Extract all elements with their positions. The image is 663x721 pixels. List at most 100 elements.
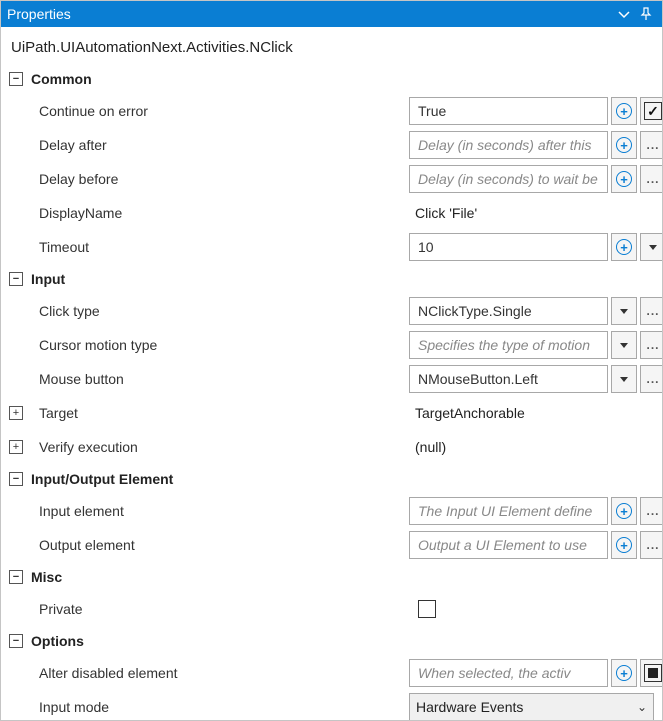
collapse-toggle-icon[interactable]: − (9, 72, 23, 86)
ellipsis-icon: ... (646, 372, 659, 386)
expression-button[interactable]: + (611, 659, 637, 687)
plus-circle-icon: + (616, 239, 632, 255)
label-verify-execution: Verify execution (39, 439, 138, 455)
label-private: Private (39, 601, 83, 617)
input-click-type[interactable] (409, 297, 608, 325)
properties-panel: Properties UiPath.UIAutomationNext.Activ… (0, 0, 663, 721)
collapse-toggle-icon[interactable]: − (9, 272, 23, 286)
row-delay-after: Delay after + ... (9, 128, 654, 162)
input-continue-on-error[interactable] (409, 97, 608, 125)
label-continue-on-error: Continue on error (39, 103, 148, 119)
ellipsis-icon: ... (646, 138, 659, 152)
collapse-toggle-icon[interactable]: − (9, 472, 23, 486)
row-delay-before: Delay before + ... (9, 162, 654, 196)
row-verify-execution: + Verify execution (null) (9, 430, 654, 464)
properties-content: UiPath.UIAutomationNext.Activities.NClic… (1, 27, 662, 720)
label-timeout: Timeout (39, 239, 89, 255)
ellipsis-icon: ... (646, 338, 659, 352)
row-private: Private (9, 592, 654, 626)
value-display-name[interactable]: Click 'File' (409, 205, 477, 221)
panel-titlebar: Properties (1, 1, 662, 27)
row-mouse-button: Mouse button ... (9, 362, 654, 396)
group-misc[interactable]: − Misc (9, 562, 654, 592)
label-target: Target (39, 405, 78, 421)
expression-button[interactable]: + (611, 531, 637, 559)
row-alter-disabled: Alter disabled element + ... (9, 656, 654, 690)
chevron-down-icon (620, 343, 628, 348)
label-mouse-button: Mouse button (39, 371, 124, 387)
more-button[interactable]: ... (640, 331, 662, 359)
dropdown-button[interactable] (611, 365, 637, 393)
more-button[interactable]: ... (640, 531, 662, 559)
expand-toggle-icon[interactable]: + (9, 440, 23, 454)
checkbox-alter-disabled[interactable] (640, 659, 662, 687)
value-verify-execution: (null) (409, 439, 446, 455)
expression-button[interactable]: + (611, 233, 637, 261)
expression-button[interactable]: + (611, 165, 637, 193)
group-label: Common (31, 71, 92, 87)
indeterminate-icon (648, 668, 658, 678)
checkbox-continue-on-error[interactable]: ✓ (640, 97, 662, 125)
group-options[interactable]: − Options (9, 626, 654, 656)
pin-icon[interactable] (636, 4, 656, 24)
row-timeout: Timeout + ... (9, 230, 654, 264)
dropdown-button[interactable] (640, 233, 662, 261)
label-display-name: DisplayName (39, 205, 122, 221)
input-timeout[interactable] (409, 233, 608, 261)
row-cursor-motion: Cursor motion type ... (9, 328, 654, 362)
row-continue-on-error: Continue on error + ✓ ... (9, 94, 654, 128)
expression-button[interactable]: + (611, 497, 637, 525)
chevron-down-icon (620, 377, 628, 382)
expand-toggle-icon[interactable]: + (9, 406, 23, 420)
row-output-element: Output element + ... (9, 528, 654, 562)
group-common[interactable]: − Common (9, 64, 654, 94)
expression-button[interactable]: + (611, 97, 637, 125)
panel-title: Properties (7, 6, 612, 22)
dropdown-button[interactable] (611, 331, 637, 359)
plus-circle-icon: + (616, 537, 632, 553)
group-input[interactable]: − Input (9, 264, 654, 294)
label-output-element: Output element (39, 537, 135, 553)
row-click-type: Click type ... (9, 294, 654, 328)
activity-classname: UiPath.UIAutomationNext.Activities.NClic… (9, 33, 654, 64)
row-input-mode: Input mode Hardware Events ⌄ (9, 690, 654, 720)
ellipsis-icon: ... (646, 304, 659, 318)
select-input-mode[interactable]: Hardware Events ⌄ (409, 693, 654, 720)
input-delay-before[interactable] (409, 165, 608, 193)
input-output-element[interactable] (409, 531, 608, 559)
row-input-element: Input element + ... (9, 494, 654, 528)
plus-circle-icon: + (616, 503, 632, 519)
checkbox-private[interactable] (418, 600, 436, 618)
group-label: Input (31, 271, 65, 287)
ellipsis-icon: ... (646, 504, 659, 518)
input-input-element[interactable] (409, 497, 608, 525)
group-label: Misc (31, 569, 62, 585)
input-delay-after[interactable] (409, 131, 608, 159)
label-alter-disabled: Alter disabled element (39, 665, 178, 681)
input-alter-disabled[interactable] (409, 659, 608, 687)
chevron-down-icon (620, 309, 628, 314)
label-input-element: Input element (39, 503, 124, 519)
dropdown-button[interactable] (611, 297, 637, 325)
label-click-type: Click type (39, 303, 100, 319)
more-button[interactable]: ... (640, 297, 662, 325)
plus-circle-icon: + (616, 171, 632, 187)
collapse-icon[interactable] (614, 4, 634, 24)
group-io-element[interactable]: − Input/Output Element (9, 464, 654, 494)
more-button[interactable]: ... (640, 131, 662, 159)
more-button[interactable]: ... (640, 165, 662, 193)
plus-circle-icon: + (616, 665, 632, 681)
expression-button[interactable]: + (611, 131, 637, 159)
label-delay-after: Delay after (39, 137, 107, 153)
group-label: Input/Output Element (31, 471, 173, 487)
more-button[interactable]: ... (640, 497, 662, 525)
row-display-name: DisplayName Click 'File' (9, 196, 654, 230)
plus-circle-icon: + (616, 137, 632, 153)
input-mouse-button[interactable] (409, 365, 608, 393)
input-cursor-motion[interactable] (409, 331, 608, 359)
collapse-toggle-icon[interactable]: − (9, 634, 23, 648)
collapse-toggle-icon[interactable]: − (9, 570, 23, 584)
more-button[interactable]: ... (640, 365, 662, 393)
ellipsis-icon: ... (646, 538, 659, 552)
ellipsis-icon: ... (646, 172, 659, 186)
